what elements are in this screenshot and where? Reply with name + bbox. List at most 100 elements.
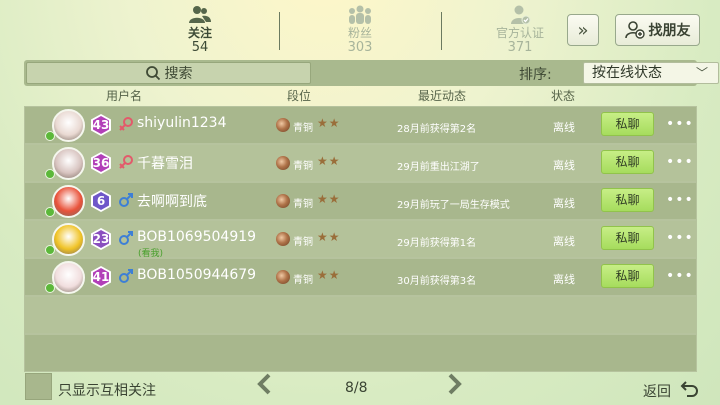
- online-status: 离线: [553, 197, 575, 210]
- list-item[interactable]: 23 BOB1069504919 (看我) 青铜 ★★ 29月前获得第1名 离线…: [24, 220, 697, 259]
- more-options-icon[interactable]: •••: [666, 116, 694, 132]
- list-item[interactable]: 43 shiyulin1234 青铜 ★★ 28月前获得第2名 离线 私聊 ••…: [24, 106, 697, 144]
- tab-official[interactable]: 官方认证 371: [460, 4, 580, 55]
- more-options-icon[interactable]: •••: [666, 192, 694, 208]
- tab-count: 54: [191, 40, 209, 55]
- column-header-user: 用户名: [106, 89, 143, 103]
- username: shiyulin1234: [137, 115, 227, 131]
- list-item[interactable]: 41 BOB1050944679 青铜 ★★ 30月前获得第3名 离线 私聊 •…: [24, 258, 697, 296]
- avatar[interactable]: [52, 109, 85, 142]
- female-icon: [118, 116, 134, 132]
- tab-label: 关注: [187, 26, 212, 40]
- platform-badge-icon: [45, 169, 55, 179]
- recent-activity: 30月前获得第3名: [397, 276, 477, 287]
- avatar[interactable]: [52, 223, 85, 256]
- empty-list-item: [24, 334, 697, 372]
- avatar[interactable]: [52, 261, 85, 294]
- page-indicator: 8/8: [345, 380, 368, 396]
- platform-badge-icon: [45, 131, 55, 141]
- rank-medal-icon: [276, 232, 290, 246]
- username: BOB1050944679: [137, 267, 257, 283]
- rank-stars-icon: ★★: [317, 154, 341, 168]
- prev-page-icon[interactable]: [257, 373, 273, 401]
- avatar[interactable]: [52, 185, 85, 218]
- expand-button[interactable]: »: [567, 14, 599, 46]
- rank-name: 青铜: [293, 199, 313, 210]
- back-label[interactable]: 返回: [643, 381, 671, 401]
- sort-select[interactable]: 按在线状态 ﹀: [583, 62, 719, 84]
- tab-count: 303: [347, 40, 373, 55]
- column-header-activity: 最近动态: [418, 89, 467, 103]
- more-options-icon[interactable]: •••: [666, 230, 694, 246]
- username: 去啊啊到底: [137, 194, 207, 210]
- verified-user-icon: [511, 5, 531, 25]
- empty-list-item: [24, 296, 697, 334]
- find-friend-button[interactable]: 找朋友: [615, 14, 700, 46]
- tab-fans[interactable]: 粉丝 303: [300, 4, 420, 55]
- male-icon: [118, 230, 134, 246]
- top-tabs: 关注 54 粉丝 303 官方认证 371: [120, 0, 560, 58]
- rank-stars-icon: ★★: [317, 116, 341, 130]
- rank-medal-icon: [276, 270, 290, 284]
- next-page-icon[interactable]: [446, 373, 462, 401]
- more-options-icon[interactable]: •••: [666, 268, 694, 284]
- platform-badge-icon: [45, 245, 55, 255]
- tab-following[interactable]: 关注 54: [140, 4, 260, 55]
- sort-value: 按在线状态: [592, 65, 662, 81]
- friend-list: 43 shiyulin1234 青铜 ★★ 28月前获得第2名 离线 私聊 ••…: [24, 106, 697, 372]
- rank-medal-icon: [276, 118, 290, 132]
- mutual-follow-checkbox[interactable]: [25, 373, 52, 400]
- username: 千暮雪泪: [137, 156, 193, 172]
- column-header-status: 状态: [551, 89, 576, 103]
- level-badge: 43: [89, 113, 113, 137]
- recent-activity: 29月前获得第1名: [397, 238, 477, 249]
- find-friend-label: 找朋友: [648, 23, 691, 39]
- platform-badge-icon: [45, 207, 55, 217]
- rank-stars-icon: ★★: [317, 192, 341, 206]
- platform-badge-icon: [45, 283, 55, 293]
- chevron-down-icon: ﹀: [695, 66, 708, 80]
- tab-divider: [279, 12, 280, 50]
- level-badge: 6: [89, 189, 113, 213]
- private-chat-button[interactable]: 私聊: [601, 112, 654, 136]
- level-number: 23: [92, 232, 110, 246]
- level-badge: 23: [89, 227, 113, 251]
- level-number: 36: [92, 156, 110, 170]
- recent-activity: 29月前重出江湖了: [397, 162, 480, 173]
- avatar[interactable]: [52, 147, 85, 180]
- private-chat-button[interactable]: 私聊: [601, 226, 654, 250]
- recent-activity: 29月前玩了一局生存模式: [397, 200, 510, 211]
- list-item[interactable]: 6 去啊啊到底 青铜 ★★ 29月前玩了一局生存模式 离线 私聊 •••: [24, 182, 697, 220]
- private-chat-button[interactable]: 私聊: [601, 150, 654, 174]
- rank-name: 青铜: [293, 161, 313, 172]
- mutual-follow-label: 只显示互相关注: [58, 383, 156, 399]
- female-icon: [118, 154, 134, 170]
- back-arrow-icon[interactable]: [680, 378, 700, 398]
- online-status: 离线: [553, 273, 575, 286]
- level-number: 43: [92, 118, 110, 132]
- double-chevron-right-icon: »: [577, 19, 589, 41]
- rank-medal-icon: [276, 156, 290, 170]
- private-chat-button[interactable]: 私聊: [601, 188, 654, 212]
- group-icon: [349, 5, 371, 24]
- search-sort-bar: 搜索 排序: 按在线状态 ﹀: [24, 60, 719, 86]
- male-icon: [118, 192, 134, 208]
- online-status: 离线: [553, 121, 575, 134]
- rank-medal-icon: [276, 194, 290, 208]
- column-header-rank: 段位: [287, 89, 312, 103]
- search-label: 搜索: [164, 66, 193, 82]
- private-chat-button[interactable]: 私聊: [601, 264, 654, 288]
- level-badge: 41: [89, 265, 113, 289]
- more-options-icon[interactable]: •••: [666, 154, 694, 170]
- add-friend-icon: [624, 21, 645, 39]
- recent-activity: 28月前获得第2名: [397, 124, 477, 135]
- level-number: 41: [92, 270, 110, 284]
- search-button[interactable]: 搜索: [26, 62, 311, 84]
- tab-divider: [441, 12, 442, 50]
- rank-stars-icon: ★★: [317, 230, 341, 244]
- online-status: 离线: [553, 235, 575, 248]
- rank-name: 青铜: [293, 275, 313, 286]
- level-badge: 36: [89, 151, 113, 175]
- sort-label: 排序:: [519, 67, 552, 83]
- list-item[interactable]: 36 千暮雪泪 青铜 ★★ 29月前重出江湖了 离线 私聊 •••: [24, 144, 697, 182]
